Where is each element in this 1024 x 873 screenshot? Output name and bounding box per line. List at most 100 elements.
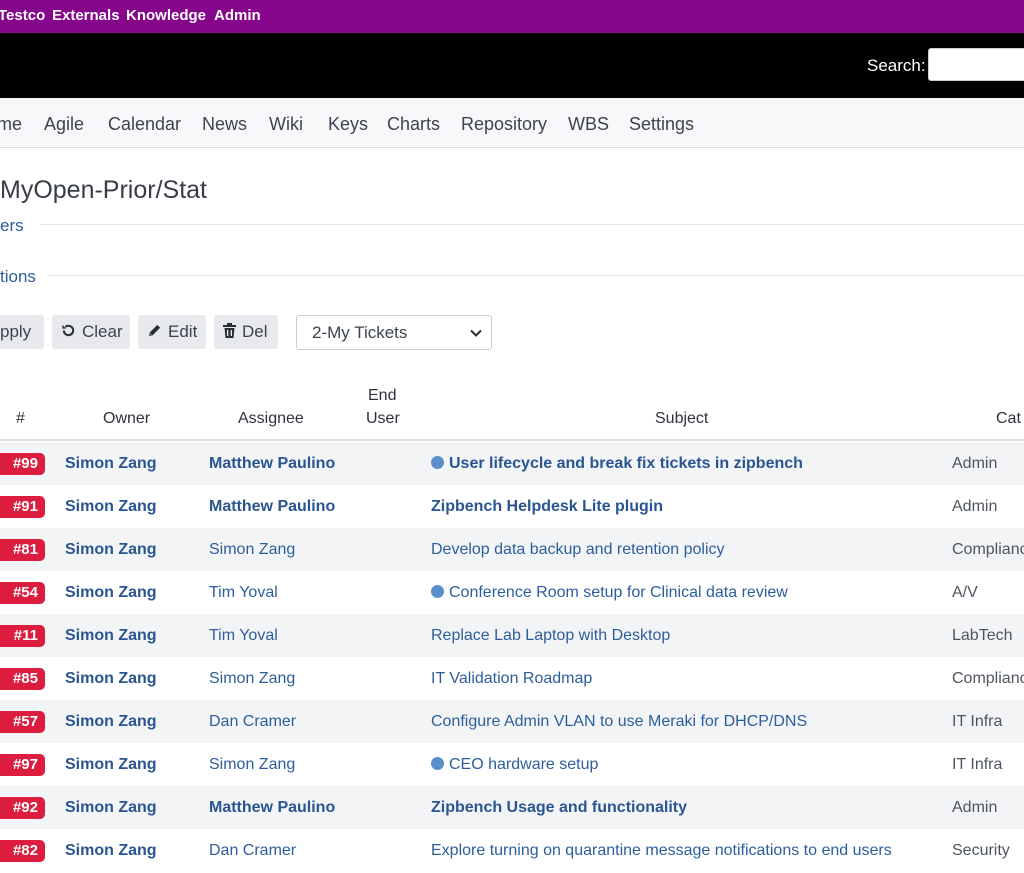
owner-link[interactable]: Simon Zang [65,455,157,473]
subject-cell[interactable]: Develop data backup and retention policy [431,541,725,559]
ticket-id-badge[interactable]: #85 [0,668,45,690]
tab-repository[interactable]: Repository [461,114,547,135]
owner-link[interactable]: Simon Zang [65,670,157,688]
table-row[interactable]: #81 Simon Zang Simon Zang Develop data back… [0,528,1024,571]
owner-link[interactable]: Simon Zang [65,799,157,817]
tab-calendar[interactable]: Calendar [108,114,181,135]
subject-link[interactable]: Configure Admin VLAN to use Meraki for D… [431,713,807,730]
subject-link[interactable]: IT Validation Roadmap [431,670,592,687]
column-header-owner[interactable]: Owner [103,407,150,430]
topnav-link-knowledge[interactable]: Knowledge [126,7,206,24]
ticket-id-badge[interactable]: #82 [0,840,45,862]
owner-link[interactable]: Simon Zang [65,627,157,645]
ticket-id-badge[interactable]: #11 [0,625,45,647]
subject-link[interactable]: Zipbench Helpdesk Lite plugin [431,498,663,515]
tab-keys[interactable]: Keys [328,114,368,135]
table-row[interactable]: #92 Simon Zang Matthew Paulino Zipbench Usa… [0,786,1024,829]
ticket-id-badge[interactable]: #99 [0,453,45,475]
tab-wiki[interactable]: Wiki [269,114,303,135]
clear-button[interactable]: Clear [52,315,130,349]
tab-settings[interactable]: Settings [629,114,694,135]
subject-link[interactable]: Explore turning on quarantine message no… [431,842,892,859]
column-header-assignee[interactable]: Assignee [238,407,304,430]
subject-link[interactable]: Zipbench Usage and functionality [431,799,687,816]
assignee-link[interactable]: Simon Zang [209,756,295,774]
pencil-icon [147,323,162,342]
subject-link[interactable]: Develop data backup and retention policy [431,541,725,558]
tab-wbs[interactable]: WBS [568,114,609,135]
status-dot-icon [431,585,444,598]
delete-button[interactable]: Del [214,315,278,349]
options-toggle-link[interactable]: tions [0,267,36,287]
ticket-id-badge[interactable]: #81 [0,539,45,561]
assignee-link[interactable]: Matthew Paulino [209,455,335,473]
tab-home[interactable]: me [0,114,22,135]
column-header-category[interactable]: Cat [996,407,1021,430]
table-row[interactable]: #97 Simon Zang Simon Zang CEO hardware setu… [0,743,1024,786]
ticket-id-badge[interactable]: #57 [0,711,45,733]
table-header-divider [0,439,1024,441]
subject-link[interactable]: Conference Room setup for Clinical data … [449,584,788,601]
owner-link[interactable]: Simon Zang [65,713,157,731]
subject-cell[interactable]: IT Validation Roadmap [431,670,592,688]
owner-link[interactable]: Simon Zang [65,756,157,774]
tab-news[interactable]: News [202,114,247,135]
subject-cell[interactable]: Zipbench Usage and functionality [431,799,687,817]
owner-link[interactable]: Simon Zang [65,584,157,602]
subject-link[interactable]: User lifecycle and break fix tickets in … [449,455,803,472]
subject-cell[interactable]: CEO hardware setup [431,756,598,774]
subject-link[interactable]: CEO hardware setup [449,756,598,773]
tab-charts[interactable]: Charts [387,114,440,135]
tab-agile[interactable]: Agile [44,114,84,135]
table-row[interactable]: #99 Simon Zang Matthew Paulino User lifecyc… [0,442,1024,485]
category-cell: Admin [952,799,998,816]
column-header-number[interactable]: # [16,407,25,430]
topnav-link-externals[interactable]: Externals [52,7,120,24]
ticket-id-badge[interactable]: #54 [0,582,45,604]
column-header-end-user-line2[interactable]: User [366,407,400,430]
edit-button[interactable]: Edit [138,315,206,349]
ticket-id-badge[interactable]: #97 [0,754,45,776]
table-row[interactable]: #54 Simon Zang Tim Yoval Conference Room se… [0,571,1024,614]
owner-link[interactable]: Simon Zang [65,541,157,559]
subject-cell[interactable]: Conference Room setup for Clinical data … [431,584,788,602]
owner-link[interactable]: Simon Zang [65,842,157,860]
subject-cell[interactable]: Zipbench Helpdesk Lite plugin [431,498,663,516]
owner-link[interactable]: Simon Zang [65,498,157,516]
column-header-end-user-line1[interactable]: End [368,384,396,407]
table-row[interactable]: #85 Simon Zang Simon Zang IT Validation Roa… [0,657,1024,700]
ticket-id-badge[interactable]: #91 [0,496,45,518]
assignee-link[interactable]: Simon Zang [209,670,295,688]
apply-button[interactable]: pply [0,315,44,349]
table-row[interactable]: #11 Simon Zang Tim Yoval Replace Lab Laptop… [0,614,1024,657]
subject-cell[interactable]: Replace Lab Laptop with Desktop [431,627,670,645]
assignee-link[interactable]: Tim Yoval [209,627,278,645]
category-cell: Security [952,842,1010,859]
assignee-link[interactable]: Matthew Paulino [209,498,335,516]
filters-toggle-link[interactable]: ers [0,216,24,236]
search-input[interactable] [928,48,1024,81]
assignee-link[interactable]: Tim Yoval [209,584,278,602]
table-row[interactable]: #82 Simon Zang Dan Cramer Explore turning o… [0,829,1024,872]
subject-cell[interactable]: Configure Admin VLAN to use Meraki for D… [431,713,807,731]
category-cell: Admin [952,498,998,515]
assignee-link[interactable]: Dan Cramer [209,842,296,860]
query-select[interactable]: 2-My Tickets [296,315,492,350]
delete-button-label: Del [242,322,268,341]
clear-button-label: Clear [82,322,123,341]
subject-cell[interactable]: Explore turning on quarantine message no… [431,842,892,860]
assignee-link[interactable]: Simon Zang [209,541,295,559]
subject-cell[interactable]: User lifecycle and break fix tickets in … [431,455,803,473]
table-row[interactable]: #91 Simon Zang Matthew Paulino Zipbench Hel… [0,485,1024,528]
assignee-link[interactable]: Matthew Paulino [209,799,335,817]
assignee-link[interactable]: Dan Cramer [209,713,296,731]
subject-link[interactable]: Replace Lab Laptop with Desktop [431,627,670,644]
status-dot-icon [431,757,444,770]
ticket-id-badge[interactable]: #92 [0,797,45,819]
topnav-link-admin[interactable]: Admin [214,7,261,24]
filters-divider [40,224,1024,225]
topnav-link-testco[interactable]: Testco [0,7,45,24]
column-header-subject[interactable]: Subject [655,407,708,430]
options-divider [48,275,1024,276]
table-row[interactable]: #57 Simon Zang Dan Cramer Configure Admin V… [0,700,1024,743]
